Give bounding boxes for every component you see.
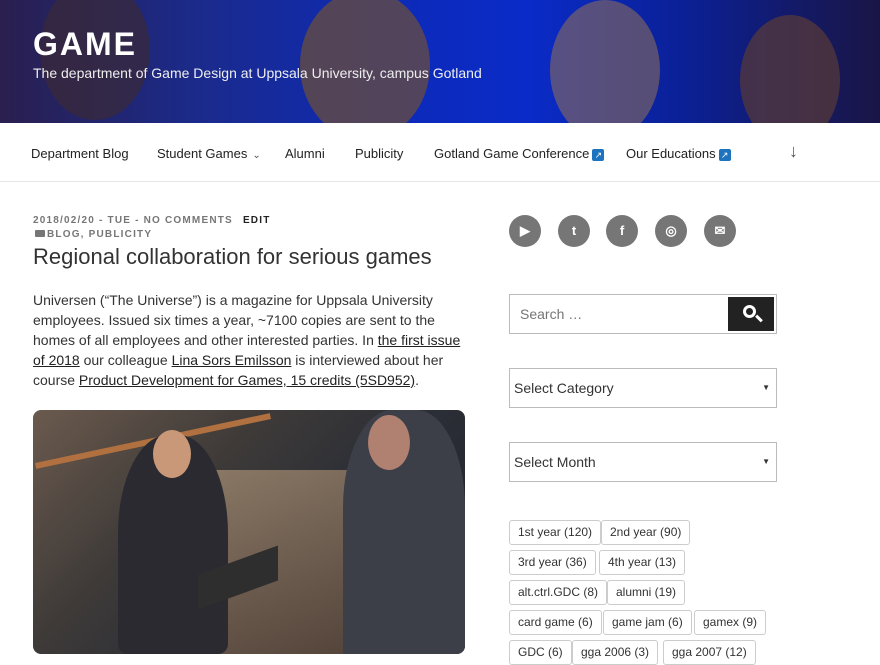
nav-item-publicity[interactable]: Publicity — [355, 146, 403, 161]
nav-item-student-games[interactable]: Student Games ⌄ — [157, 146, 261, 161]
arrow-down-icon[interactable]: ↓ — [789, 141, 798, 162]
tag-link[interactable]: gamex (9) — [694, 610, 767, 635]
tag-link[interactable]: gga 2007 (12) — [663, 640, 756, 665]
month-select-value: Select Month — [514, 454, 596, 470]
tag-link[interactable]: gga 2006 (3) — [572, 640, 659, 665]
site-title[interactable]: GAME — [33, 26, 137, 63]
category-select-value: Select Category — [514, 380, 614, 396]
post-meta: 2018/02/20 - TUE - NO COMMENTS EDIT — [33, 215, 271, 226]
facebook-icon[interactable]: f — [606, 215, 638, 247]
tag-link[interactable]: 1st year (120) — [509, 520, 602, 545]
post-title: Regional collaboration for serious games — [33, 244, 432, 269]
tag-link[interactable]: alumni (19) — [607, 580, 686, 605]
nav-item-department-blog[interactable]: Department Blog — [31, 146, 129, 161]
image-person-face — [153, 430, 191, 478]
body-text: Universen (“The Universe”) is a magazine… — [33, 292, 435, 348]
post-date[interactable]: 2018/02/20 - TUE - NO COMMENTS — [33, 215, 233, 226]
header-photo-figure — [300, 0, 430, 123]
dropdown-arrow-icon: ▼ — [762, 457, 770, 466]
nav-label: Publicity — [355, 146, 404, 161]
body-text: our colleague — [79, 352, 172, 368]
tag-link[interactable]: game jam (6) — [603, 610, 692, 635]
external-link-icon: ↗ — [718, 149, 731, 161]
nav-label: Student Games — [157, 146, 248, 161]
search-form — [509, 294, 777, 334]
nav-item-gotland-game-conference[interactable]: Gotland Game Conference ↗ — [434, 146, 605, 161]
category-links[interactable]: BLOG, PUBLICITY — [47, 229, 152, 240]
dropdown-arrow-icon: ▼ — [762, 383, 770, 392]
tag-link[interactable]: alt.ctrl.GDC (8) — [509, 580, 608, 605]
course-link[interactable]: Product Development for Games, 15 credit… — [79, 372, 415, 388]
nav-label: Our Educations — [626, 146, 716, 161]
header-photo-figure — [550, 0, 660, 123]
nav-label: Alumni — [285, 146, 325, 161]
tag-link[interactable]: 2nd year (90) — [601, 520, 691, 545]
lina-sors-emilsson-link[interactable]: Lina Sors Emilsson — [172, 352, 292, 368]
chevron-down-icon: ⌄ — [252, 150, 261, 161]
folder-icon — [35, 230, 45, 237]
nav-item-our-educations[interactable]: Our Educations ↗ — [626, 146, 731, 161]
tag-link[interactable]: GDC (6) — [509, 640, 572, 665]
tag-link[interactable]: card game (6) — [509, 610, 602, 635]
email-icon[interactable]: ✉ — [704, 215, 736, 247]
search-input[interactable] — [510, 295, 730, 333]
post-categories: BLOG, PUBLICITY — [35, 229, 152, 240]
edit-link[interactable]: EDIT — [243, 215, 271, 226]
youtube-icon[interactable]: ▶ — [509, 215, 541, 247]
image-person-man-face — [368, 415, 410, 470]
nav-label: Gotland Game Conference — [434, 146, 590, 161]
site-header: GAME The department of Game Design at Up… — [0, 0, 880, 123]
nav-label: Department Blog — [31, 146, 129, 161]
month-select[interactable]: Select Month ▼ — [509, 442, 777, 482]
tag-link[interactable]: 3rd year (36) — [509, 550, 596, 575]
nav-item-alumni[interactable]: Alumni — [285, 146, 325, 161]
search-icon-handle — [755, 314, 763, 323]
post-body: Universen (“The Universe”) is a magazine… — [33, 290, 473, 390]
external-link-icon: ↗ — [592, 149, 605, 161]
twitter-icon[interactable]: t — [558, 215, 590, 247]
header-photo-figure — [740, 15, 840, 123]
instagram-icon[interactable]: ◎ — [655, 215, 687, 247]
post-image — [33, 410, 465, 654]
site-description: The department of Game Design at Uppsala… — [33, 65, 482, 81]
main-nav: Department Blog Student Games ⌄ Alumni Pu… — [0, 123, 880, 182]
search-button[interactable] — [728, 297, 774, 331]
body-text: . — [415, 372, 419, 388]
category-select[interactable]: Select Category ▼ — [509, 368, 777, 408]
tag-link[interactable]: 4th year (13) — [599, 550, 686, 575]
